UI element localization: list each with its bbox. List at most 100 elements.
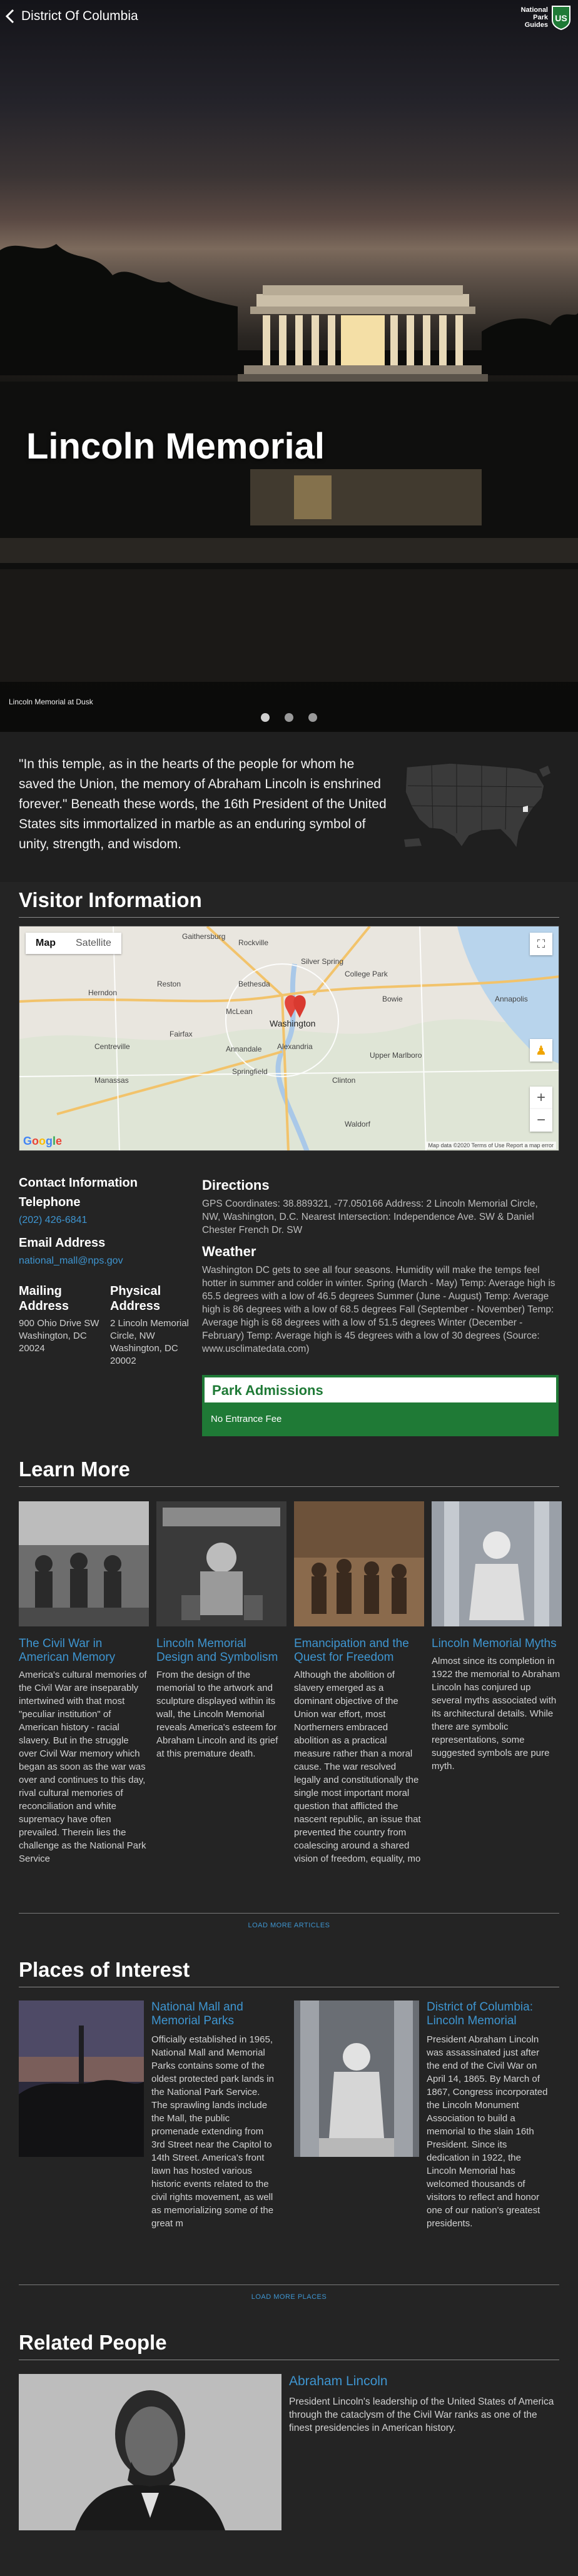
directions-title: Directions — [202, 1177, 270, 1193]
divider — [19, 2284, 559, 2285]
email-link[interactable]: national_mall@nps.gov — [19, 1255, 194, 1267]
article-card[interactable]: The Civil War in American Memory America… — [19, 1501, 149, 1865]
chevron-left-icon — [5, 9, 14, 24]
svg-text:Annandale: Annandale — [226, 1045, 262, 1053]
load-more-articles-button[interactable]: LOAD MORE ARTICLES — [19, 1922, 559, 1929]
article-title[interactable]: Emancipation and the Quest for Freedom — [294, 1637, 424, 1665]
svg-text:Springfield: Springfield — [232, 1067, 268, 1076]
back-link[interactable]: District Of Columbia — [5, 9, 138, 24]
person-portrait[interactable] — [19, 2374, 281, 2530]
carousel-dot-3[interactable] — [308, 713, 317, 722]
article-title[interactable]: The Civil War in American Memory — [19, 1637, 149, 1665]
contact-title: Contact Information — [19, 1176, 138, 1190]
place-image[interactable] — [294, 2000, 419, 2157]
svg-text:Upper Marlboro: Upper Marlboro — [370, 1051, 422, 1060]
directions-text: GPS Coordinates: 38.889321, -77.050166 A… — [202, 1199, 538, 1235]
admissions-title: Park Admissions — [212, 1382, 323, 1398]
learn-more-title: Learn More — [19, 1458, 130, 1481]
article-image[interactable] — [156, 1501, 286, 1626]
divider — [19, 917, 559, 918]
place-title[interactable]: District of Columbia: Lincoln Memorial — [427, 2000, 552, 2028]
svg-text:Rockville: Rockville — [238, 938, 268, 947]
back-link-label: District Of Columbia — [21, 9, 138, 23]
svg-text:Centreville: Centreville — [94, 1042, 130, 1051]
top-nav: District Of Columbia National Park Guide… — [0, 0, 578, 40]
article-text: America's cultural memories of the Civil… — [19, 1670, 147, 1864]
zoom-out-icon[interactable]: − — [530, 1109, 552, 1132]
nps-logo[interactable]: National Park Guides US — [521, 5, 572, 30]
article-image[interactable] — [432, 1501, 562, 1626]
svg-text:Reston: Reston — [157, 980, 181, 988]
article-text: From the design of the memorial to the a… — [156, 1670, 278, 1759]
svg-text:Annapolis: Annapolis — [495, 995, 528, 1003]
us-map-icon — [404, 763, 550, 849]
article-title[interactable]: Lincoln Memorial Myths — [432, 1637, 562, 1651]
carousel-dots — [0, 713, 578, 722]
telephone-label: Telephone — [19, 1195, 81, 1209]
article-text: Almost since its completion in 1922 the … — [432, 1656, 560, 1772]
visitor-info-title: Visitor Information — [19, 888, 202, 911]
page-title: Lincoln Memorial — [26, 426, 325, 467]
admissions-fee: No Entrance Fee — [211, 1414, 282, 1424]
map-type-tabs: Map Satellite — [26, 933, 121, 954]
logo-text: National Park Guides — [520, 6, 548, 29]
place-text: President Abraham Lincoln was assassinat… — [427, 2034, 548, 2229]
hero-caption: Lincoln Memorial at Dusk — [9, 697, 93, 706]
svg-text:Gaithersburg: Gaithersburg — [182, 932, 225, 941]
svg-text:Bethesda: Bethesda — [238, 980, 270, 988]
article-card[interactable]: Emancipation and the Quest for Freedom A… — [294, 1501, 424, 1865]
person-name[interactable]: Abraham Lincoln — [289, 2374, 558, 2389]
article-text: Although the abolition of slavery emerge… — [294, 1670, 421, 1864]
tab-map[interactable]: Map — [26, 933, 66, 954]
fullscreen-icon[interactable]: ⛶ — [530, 933, 552, 955]
physical-address: Physical Address 2 Lincoln Memorial Circ… — [110, 1284, 198, 1367]
map-attribution[interactable]: Map data ©2020 Terms of Use Report a map… — [425, 1142, 556, 1149]
pegman-icon[interactable]: ♟ — [530, 1039, 552, 1062]
map-canvas[interactable]: Rockville Bethesda Reston Herndon McLean… — [19, 926, 559, 1151]
mailing-address: Mailing Address 900 Ohio Drive SW Washin… — [19, 1284, 106, 1355]
us-shield-icon: US — [552, 6, 570, 30]
article-image[interactable] — [19, 1501, 149, 1626]
zoom-in-icon[interactable]: + — [530, 1087, 552, 1109]
svg-text:Herndon: Herndon — [88, 988, 117, 997]
svg-text:McLean: McLean — [226, 1007, 253, 1016]
mailing-text: 900 Ohio Drive SW Washington, DC 20024 — [19, 1318, 99, 1354]
mailing-label: Mailing Address — [19, 1284, 69, 1313]
weather-text: Washington DC gets to see all four seaso… — [202, 1265, 555, 1354]
article-title[interactable]: Lincoln Memorial Design and Symbolism — [156, 1637, 286, 1665]
svg-text:Washington: Washington — [270, 1018, 315, 1028]
related-people-title: Related People — [19, 2331, 167, 2354]
place-title[interactable]: National Mall and Memorial Parks — [151, 2000, 276, 2028]
hero-banner: District Of Columbia National Park Guide… — [0, 0, 578, 732]
place-text: Officially established in 1965, National… — [151, 2034, 274, 2229]
google-logo: Google — [23, 1135, 63, 1147]
email-label: Email Address — [19, 1236, 106, 1250]
weather: Weather Washington DC gets to see all fo… — [202, 1244, 559, 1356]
svg-text:Fairfax: Fairfax — [170, 1030, 193, 1038]
physical-label: Physical Address — [110, 1284, 161, 1313]
telephone-link[interactable]: (202) 426-6841 — [19, 1215, 194, 1226]
load-more-places-button[interactable]: LOAD MORE PLACES — [19, 2293, 559, 2301]
park-admissions: Park Admissions No Entrance Fee — [202, 1375, 559, 1436]
map-embed[interactable]: Rockville Bethesda Reston Herndon McLean… — [19, 926, 559, 1151]
place-item: District of Columbia: Lincoln Memorial P… — [427, 2000, 552, 2230]
person-text: President Lincoln's leadership of the Un… — [289, 2396, 554, 2433]
divider — [19, 1486, 559, 1487]
article-image[interactable] — [294, 1501, 424, 1626]
svg-text:Manassas: Manassas — [94, 1076, 129, 1085]
place-image[interactable] — [19, 2000, 144, 2157]
carousel-dot-2[interactable] — [285, 713, 293, 722]
carousel-dot-1[interactable] — [261, 713, 270, 722]
svg-text:Bowie: Bowie — [382, 995, 403, 1003]
svg-text:Alexandria: Alexandria — [277, 1042, 313, 1051]
contact-info: Contact Information Telephone (202) 426-… — [19, 1176, 194, 1277]
directions: Directions GPS Coordinates: 38.889321, -… — [202, 1177, 559, 1237]
article-card[interactable]: Lincoln Memorial Myths Almost since its … — [432, 1501, 562, 1773]
place-item: National Mall and Memorial Parks Officia… — [151, 2000, 276, 2230]
tab-satellite[interactable]: Satellite — [66, 933, 121, 954]
intro-quote: "In this temple, as in the hearts of the… — [19, 757, 387, 851]
article-card[interactable]: Lincoln Memorial Design and Symbolism Fr… — [156, 1501, 286, 1760]
physical-text: 2 Lincoln Memorial Circle, NW Washington… — [110, 1318, 189, 1366]
svg-text:US: US — [555, 13, 567, 23]
svg-text:Clinton: Clinton — [332, 1076, 355, 1085]
